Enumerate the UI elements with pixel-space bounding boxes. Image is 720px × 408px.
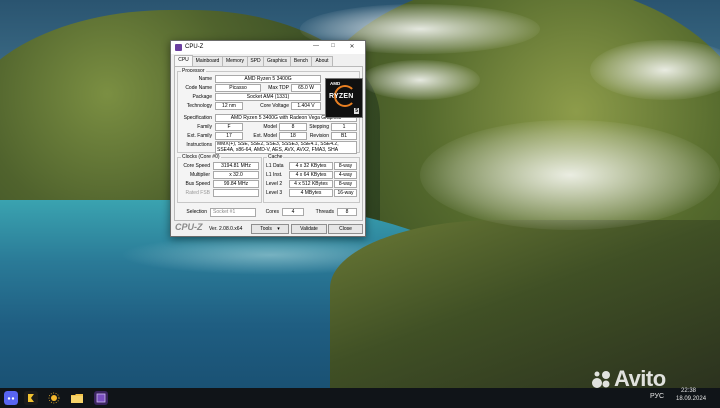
technology-value: 12 nm <box>215 102 243 110</box>
ext-family-label: Ext. Family <box>187 133 212 139</box>
clocks-group: Clocks (Core #0) Core Speed 3194.81 MHz … <box>177 154 262 203</box>
rated-fsb-value <box>213 189 259 197</box>
level2-label: Level 2 <box>266 181 283 187</box>
l1-data-way: 8-way <box>334 162 357 170</box>
threads-label: Threads <box>315 209 334 215</box>
core-voltage-label: Core Voltage <box>260 103 289 109</box>
tab-bench[interactable]: Bench <box>290 56 312 66</box>
wallpaper-cliff <box>330 220 720 390</box>
l1-inst-label: L1 Inst. <box>266 172 283 178</box>
app-icon[interactable] <box>24 391 38 405</box>
tools-button-label: Tools <box>260 226 272 232</box>
l1-data-value: 4 x 32 KBytes <box>289 162 333 170</box>
core-speed-value: 3194.81 MHz <box>213 162 259 170</box>
tab-spd[interactable]: SPD <box>247 56 264 66</box>
threads-value: 8 <box>337 208 357 216</box>
l1-data-label: L1 Data <box>266 163 284 169</box>
taskbar: РУС 22:38 18.09.2024 <box>0 388 720 408</box>
level3-way: 16-way <box>334 189 357 197</box>
discord-icon[interactable] <box>4 391 18 405</box>
footer-bar: CPU-Z Ver. 2.08.0.x64 Tools ▾ Validate C… <box>171 222 365 236</box>
close-button[interactable]: Close <box>328 224 363 234</box>
maximize-button[interactable]: □ <box>328 43 338 52</box>
close-window-button[interactable]: ✕ <box>347 43 357 52</box>
code-name-label: Code Name <box>185 85 212 91</box>
family-value: F <box>215 123 243 131</box>
ryzen-tier-badge: 5 <box>354 108 359 114</box>
revision-label: Revision <box>309 133 329 139</box>
amd-ryzen-logo: AMD RYZEN 5 <box>325 78 363 118</box>
cache-group-title: Cache <box>267 154 284 160</box>
level3-label: Level 3 <box>266 190 283 196</box>
l1-inst-value: 4 x 64 KBytes <box>289 171 333 179</box>
stepping-label: Stepping <box>309 124 329 130</box>
max-tdp-label: Max TDP <box>268 85 289 91</box>
specification-label: Specification <box>183 115 212 121</box>
multiplier-label: Multiplier <box>189 172 210 178</box>
revision-value: B1 <box>331 132 357 140</box>
wallpaper-cloud <box>360 60 480 100</box>
max-tdp-value: 65.0 W <box>291 84 321 92</box>
core-speed-label: Core Speed <box>183 163 210 169</box>
cpuz-brand: CPU-Z <box>175 222 203 232</box>
instructions-label: Instructions <box>186 142 212 148</box>
multiplier-value: x 32.0 <box>213 171 259 179</box>
cores-value: 4 <box>282 208 304 216</box>
cores-label: Cores <box>265 209 279 215</box>
tab-graphics[interactable]: Graphics <box>263 56 291 66</box>
clocks-group-title: Clocks (Core #0) <box>181 154 221 160</box>
ext-family-value: 17 <box>215 132 243 140</box>
stepping-value: 1 <box>331 123 357 131</box>
version-text: Ver. 2.08.0.x64 <box>209 226 243 232</box>
amd-logo-text: AMD <box>330 81 341 86</box>
code-name-value: Picasso <box>215 84 261 92</box>
cpuz-window[interactable]: CPU-Z — □ ✕ CPU Mainboard Memory SPD Gra… <box>170 40 366 237</box>
weather-icon[interactable] <box>47 391 61 405</box>
model-label: Model <box>263 124 277 130</box>
cpuz-app-icon <box>175 44 182 51</box>
processor-group-title: Processor <box>181 68 206 74</box>
processor-group: Processor Name AMD Ryzen 5 3400G Code Na… <box>177 68 363 154</box>
level2-value: 4 x 512 KBytes <box>289 180 333 188</box>
cache-group: Cache L1 Data 4 x 32 KBytes 8-way L1 Ins… <box>263 154 360 203</box>
package-label: Package <box>192 94 212 100</box>
tab-about[interactable]: About <box>311 56 333 66</box>
cpuz-taskbar-icon[interactable] <box>94 391 108 405</box>
title-bar[interactable]: CPU-Z — □ ✕ <box>171 41 365 54</box>
tab-cpu[interactable]: CPU <box>174 55 193 66</box>
instructions-value: MMX(+), SSE, SSE2, SSE3, SSSE3, SSE4.1, … <box>215 141 357 154</box>
model-value: 8 <box>279 123 307 131</box>
core-voltage-value: 1.404 V <box>291 102 321 110</box>
technology-label: Technology <box>186 103 212 109</box>
name-label: Name <box>198 76 212 82</box>
socket-select[interactable]: Socket #1 <box>210 208 256 217</box>
ext-model-label: Ext. Model <box>253 133 277 139</box>
bus-speed-value: 99.84 MHz <box>213 180 259 188</box>
input-language[interactable]: РУС <box>650 393 664 400</box>
selection-label: Selection <box>186 209 207 215</box>
clock-time[interactable]: 22:38 <box>681 388 696 394</box>
window-title: CPU-Z <box>185 44 204 50</box>
name-value: AMD Ryzen 5 3400G <box>215 75 321 83</box>
cpu-panel: Processor Name AMD Ryzen 5 3400G Code Na… <box>174 66 363 221</box>
minimize-button[interactable]: — <box>311 43 321 52</box>
ext-model-value: 18 <box>279 132 307 140</box>
rated-fsb-label: Rated FSB <box>185 190 210 196</box>
wallpaper-cloud <box>420 120 720 230</box>
package-value: Socket AM4 (1331) <box>215 93 321 101</box>
validate-button[interactable]: Validate <box>291 224 327 234</box>
tools-button[interactable]: Tools ▾ <box>251 224 289 234</box>
ryzen-logo-text: RYZEN <box>329 93 354 100</box>
level2-way: 8-way <box>334 180 357 188</box>
level3-value: 4 MBytes <box>289 189 333 197</box>
file-explorer-icon[interactable] <box>70 391 84 405</box>
bus-speed-label: Bus Speed <box>185 181 210 187</box>
tab-mainboard[interactable]: Mainboard <box>192 56 223 66</box>
avito-logo-icon <box>592 371 610 388</box>
clock-date[interactable]: 18.09.2024 <box>676 396 706 402</box>
tab-memory[interactable]: Memory <box>222 56 248 66</box>
family-label: Family <box>197 124 212 130</box>
l1-inst-way: 4-way <box>334 171 357 179</box>
chevron-down-icon: ▾ <box>277 226 280 232</box>
